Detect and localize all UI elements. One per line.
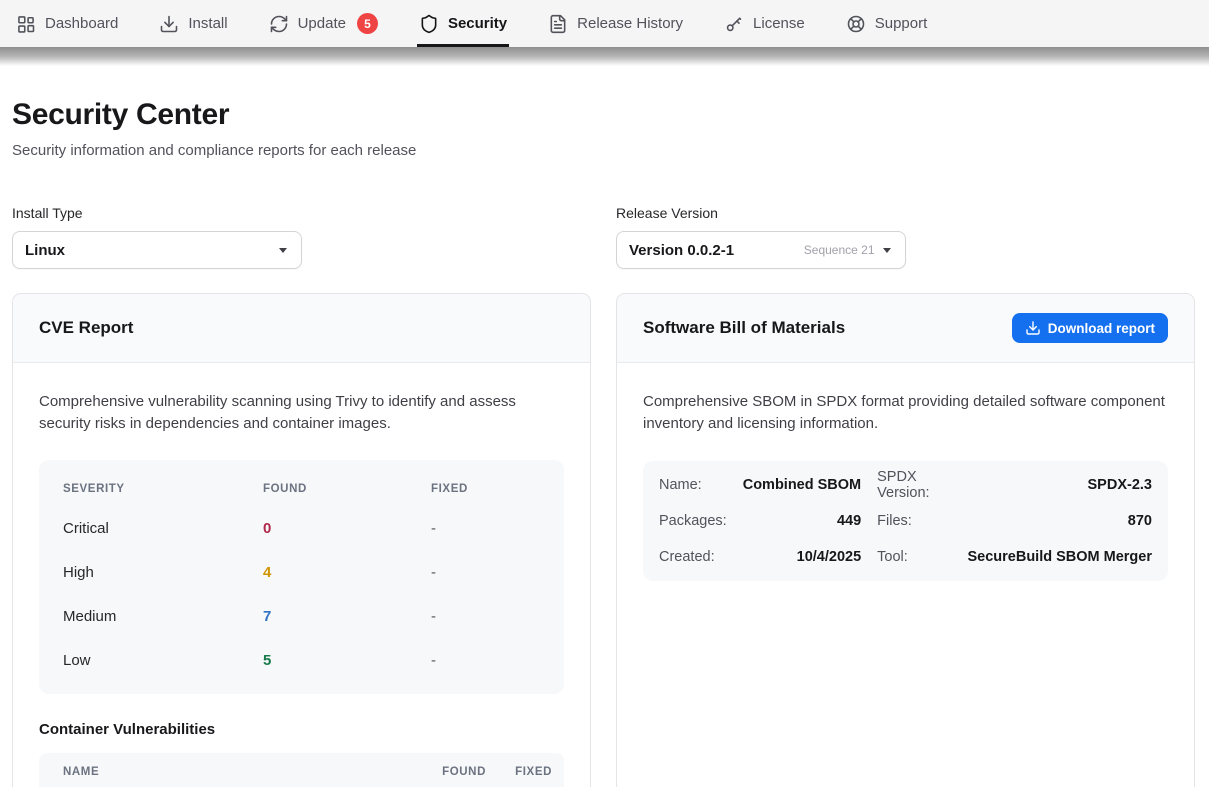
nav-label: Dashboard: [45, 15, 118, 32]
sbom-body: Comprehensive SBOM in SPDX format provid…: [617, 363, 1194, 609]
severity-fixed-value: -: [431, 520, 540, 537]
severity-fixed-value: -: [431, 652, 540, 669]
severity-found-count: 7: [263, 608, 431, 625]
nav-label: Security: [448, 15, 507, 32]
cards-row: CVE Report Comprehensive vulnerability s…: [12, 293, 1195, 787]
download-report-button[interactable]: Download report: [1012, 313, 1168, 343]
severity-found-count: 0: [263, 520, 431, 537]
shield-icon: [419, 14, 439, 34]
sbom-detail-label: SPDX Version:: [877, 467, 951, 503]
severity-fixed-value: -: [431, 608, 540, 625]
key-icon: [724, 14, 744, 34]
release-version-value: Version 0.0.2-1: [629, 242, 796, 259]
nav-item-install[interactable]: Install: [159, 0, 227, 47]
release-version-label: Release Version: [616, 205, 1195, 221]
download-report-label: Download report: [1048, 321, 1155, 336]
sbom-details-panel: Name: Combined SBOM SPDX Version: SPDX-2…: [643, 461, 1168, 581]
severity-label: Medium: [63, 608, 263, 625]
nav-label: Install: [188, 15, 227, 32]
document-icon: [548, 14, 568, 34]
severity-label: High: [63, 564, 263, 581]
sbom-detail-label: Created:: [659, 539, 727, 575]
found-col-header: FOUND: [400, 766, 486, 778]
lifebuoy-icon: [846, 14, 866, 34]
cve-report-body: Comprehensive vulnerability scanning usi…: [13, 363, 590, 787]
header-shadow-strip: [0, 47, 1209, 66]
found-col-header: FOUND: [263, 483, 431, 495]
severity-col-header: SEVERITY: [63, 483, 263, 495]
severity-found-count: 5: [263, 652, 431, 669]
sbom-detail-value: 870: [967, 503, 1152, 539]
refresh-icon: [269, 14, 289, 34]
nav-item-security[interactable]: Security: [419, 0, 507, 47]
sbom-detail-label: Packages:: [659, 503, 727, 539]
page-subtitle: Security information and compliance repo…: [12, 142, 1195, 159]
fixed-col-header: FIXED: [431, 483, 540, 495]
severity-found-count: 4: [263, 564, 431, 581]
severity-label: Low: [63, 652, 263, 669]
sbom-detail-value: SecureBuild SBOM Merger: [967, 539, 1152, 575]
sbom-detail-value: Combined SBOM: [743, 467, 861, 503]
sbom-detail-label: Name:: [659, 467, 727, 503]
container-vulnerabilities-title: Container Vulnerabilities: [39, 721, 564, 738]
sbom-detail-value: SPDX-2.3: [967, 467, 1152, 503]
top-nav: Dashboard Install Update 5 Security: [0, 0, 1209, 47]
nav-label: Support: [875, 15, 928, 32]
severity-table: SEVERITY FOUND FIXED Critical 0 - High 4…: [39, 460, 564, 694]
nav-item-license[interactable]: License: [724, 0, 805, 47]
page-title: Security Center: [12, 98, 1195, 132]
sbom-detail-value: 449: [743, 503, 861, 539]
fixed-col-header: FIXED: [486, 766, 552, 778]
dashboard-grid-icon: [16, 14, 36, 34]
sbom-card: Software Bill of Materials Download repo…: [616, 293, 1195, 787]
chevron-down-icon: [279, 248, 287, 253]
release-version-select[interactable]: Version 0.0.2-1 Sequence 21: [616, 231, 906, 269]
name-col-header: NAME: [63, 766, 400, 778]
filters-row: Install Type Linux Release Version Versi…: [12, 205, 1195, 269]
severity-fixed-value: -: [431, 564, 540, 581]
download-icon: [159, 14, 179, 34]
nav-item-release-history[interactable]: Release History: [548, 0, 683, 47]
nav-label: Update: [298, 15, 346, 32]
nav-item-dashboard[interactable]: Dashboard: [16, 0, 118, 47]
nav-item-support[interactable]: Support: [846, 0, 928, 47]
severity-row-medium: Medium 7 -: [63, 594, 540, 638]
cve-report-card: CVE Report Comprehensive vulnerability s…: [12, 293, 591, 787]
severity-row-critical: Critical 0 -: [63, 506, 540, 550]
sbom-detail-label: Tool:: [877, 539, 951, 575]
nav-item-update[interactable]: Update 5: [269, 0, 378, 47]
release-version-sequence: Sequence 21: [804, 243, 875, 257]
nav-label: License: [753, 15, 805, 32]
cve-report-description: Comprehensive vulnerability scanning usi…: [39, 391, 564, 434]
sbom-title: Software Bill of Materials: [643, 318, 845, 338]
install-type-field: Install Type Linux: [12, 205, 591, 269]
download-icon: [1025, 320, 1041, 336]
cve-report-header: CVE Report: [13, 294, 590, 363]
chevron-down-icon: [883, 248, 891, 253]
release-version-field: Release Version Version 0.0.2-1 Sequence…: [616, 205, 1195, 269]
container-vulnerabilities-table-header: NAME FOUND FIXED: [39, 753, 564, 787]
sbom-detail-label: Files:: [877, 503, 951, 539]
update-count-badge: 5: [357, 13, 378, 34]
sbom-header: Software Bill of Materials Download repo…: [617, 294, 1194, 363]
severity-row-low: Low 5 -: [63, 638, 540, 682]
sbom-description: Comprehensive SBOM in SPDX format provid…: [643, 391, 1168, 434]
severity-label: Critical: [63, 520, 263, 537]
install-type-select[interactable]: Linux: [12, 231, 302, 269]
sbom-detail-value: 10/4/2025: [743, 539, 861, 575]
severity-row-high: High 4 -: [63, 550, 540, 594]
install-type-value: Linux: [25, 242, 271, 259]
install-type-label: Install Type: [12, 205, 591, 221]
nav-label: Release History: [577, 15, 683, 32]
severity-table-header: SEVERITY FOUND FIXED: [63, 472, 540, 506]
main-content: Security Center Security information and…: [0, 98, 1209, 787]
cve-report-title: CVE Report: [39, 318, 133, 338]
